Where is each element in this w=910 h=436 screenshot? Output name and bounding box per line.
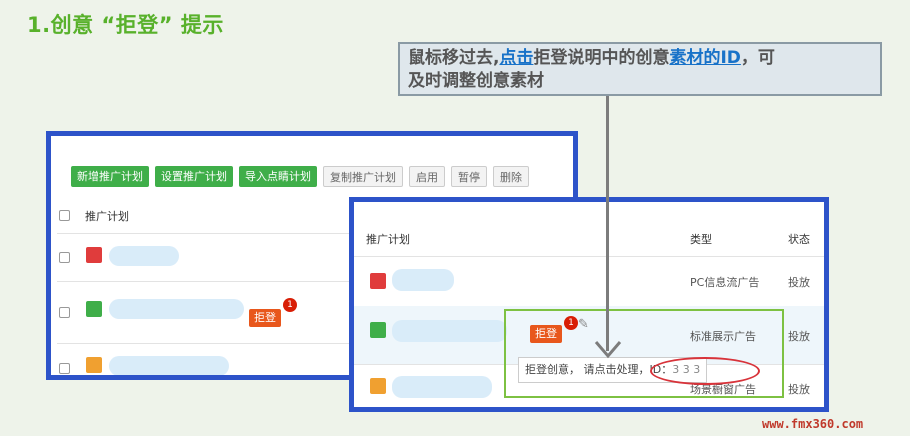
set-plan-button[interactable]: 设置推广计划 [155, 166, 233, 187]
callout-middle: 拒登说明中的创意 [533, 48, 670, 68]
new-plan-button[interactable]: 新增推广计划 [71, 166, 149, 187]
status-column-header: 状态 [788, 233, 810, 246]
table-icon [370, 273, 386, 289]
table-icon [86, 247, 102, 263]
rejected-count: 1 [283, 298, 297, 312]
tooltip-text: 拒登创意， 请点击处理， [525, 363, 650, 376]
pointer-arrow-icon [594, 341, 622, 359]
id-highlight-oval [650, 357, 760, 385]
monitor-icon [370, 322, 386, 338]
mail-icon [86, 357, 102, 373]
monitor-icon [86, 301, 102, 317]
plan-name-blurred [392, 269, 454, 291]
plan-name-blurred [109, 246, 179, 266]
pointer-arrow-line [606, 96, 609, 351]
pencil-icon[interactable]: ✎ [578, 317, 589, 332]
row-checkbox[interactable] [59, 252, 70, 263]
plan-name-blurred [109, 356, 229, 375]
import-plan-button[interactable]: 导入点睛计划 [239, 166, 317, 187]
select-all-checkbox[interactable] [59, 210, 70, 221]
plan-column-header: 推广计划 [366, 233, 410, 246]
plan-column-header: 推广计划 [85, 210, 129, 223]
callout-prefix: 鼠标移过去, [408, 48, 500, 68]
rejection-popup: 拒登 1 ✎ 拒登创意， 请点击处理，ID：3 3 3 [504, 309, 784, 398]
plan-status: 投放 [788, 330, 810, 343]
delete-button[interactable]: 删除 [493, 166, 529, 187]
pause-button[interactable]: 暂停 [451, 166, 487, 187]
plan-name-blurred [392, 376, 492, 398]
zoomed-plan-panel: 推广计划 类型 状态 PC信息流广告 投放 标准展示广告 投放 场景橱窗广告 投… [349, 197, 829, 412]
callout-suffix: ，可 [740, 48, 775, 68]
zoomed-table-header: 推广计划 类型 状态 [354, 216, 824, 257]
plan-name-blurred [109, 299, 244, 319]
rejected-badge[interactable]: 拒登 [530, 325, 562, 343]
copy-plan-button[interactable]: 复制推广计划 [323, 166, 403, 187]
row-checkbox[interactable] [59, 307, 70, 318]
plan-status: 投放 [788, 276, 810, 289]
rejected-badge[interactable]: 拒登 [249, 309, 281, 327]
plan-name-blurred [392, 320, 507, 342]
type-column-header: 类型 [690, 233, 712, 246]
table-row[interactable]: PC信息流广告 投放 [354, 256, 824, 307]
row-checkbox[interactable] [59, 363, 70, 374]
plan-status: 投放 [788, 383, 810, 396]
callout-material-id-link: 素材的ID [669, 48, 741, 68]
watermark: www.fmx360.com [762, 417, 864, 431]
page-title: 1.创意 “拒登” 提示 [27, 13, 224, 37]
mail-icon [370, 378, 386, 394]
toolbar: 新增推广计划 设置推广计划 导入点睛计划 复制推广计划 启用 暂停 删除 [71, 166, 529, 188]
plan-type: PC信息流广告 [690, 276, 760, 289]
callout-click-link: 点击 [499, 48, 534, 68]
enable-button[interactable]: 启用 [409, 166, 445, 187]
instruction-callout: 鼠标移过去,点击拒登说明中的创意素材的ID，可 及时调整创意素材 [398, 42, 882, 96]
rejected-count: 1 [564, 316, 578, 330]
callout-line2: 及时调整创意素材 [408, 71, 544, 91]
